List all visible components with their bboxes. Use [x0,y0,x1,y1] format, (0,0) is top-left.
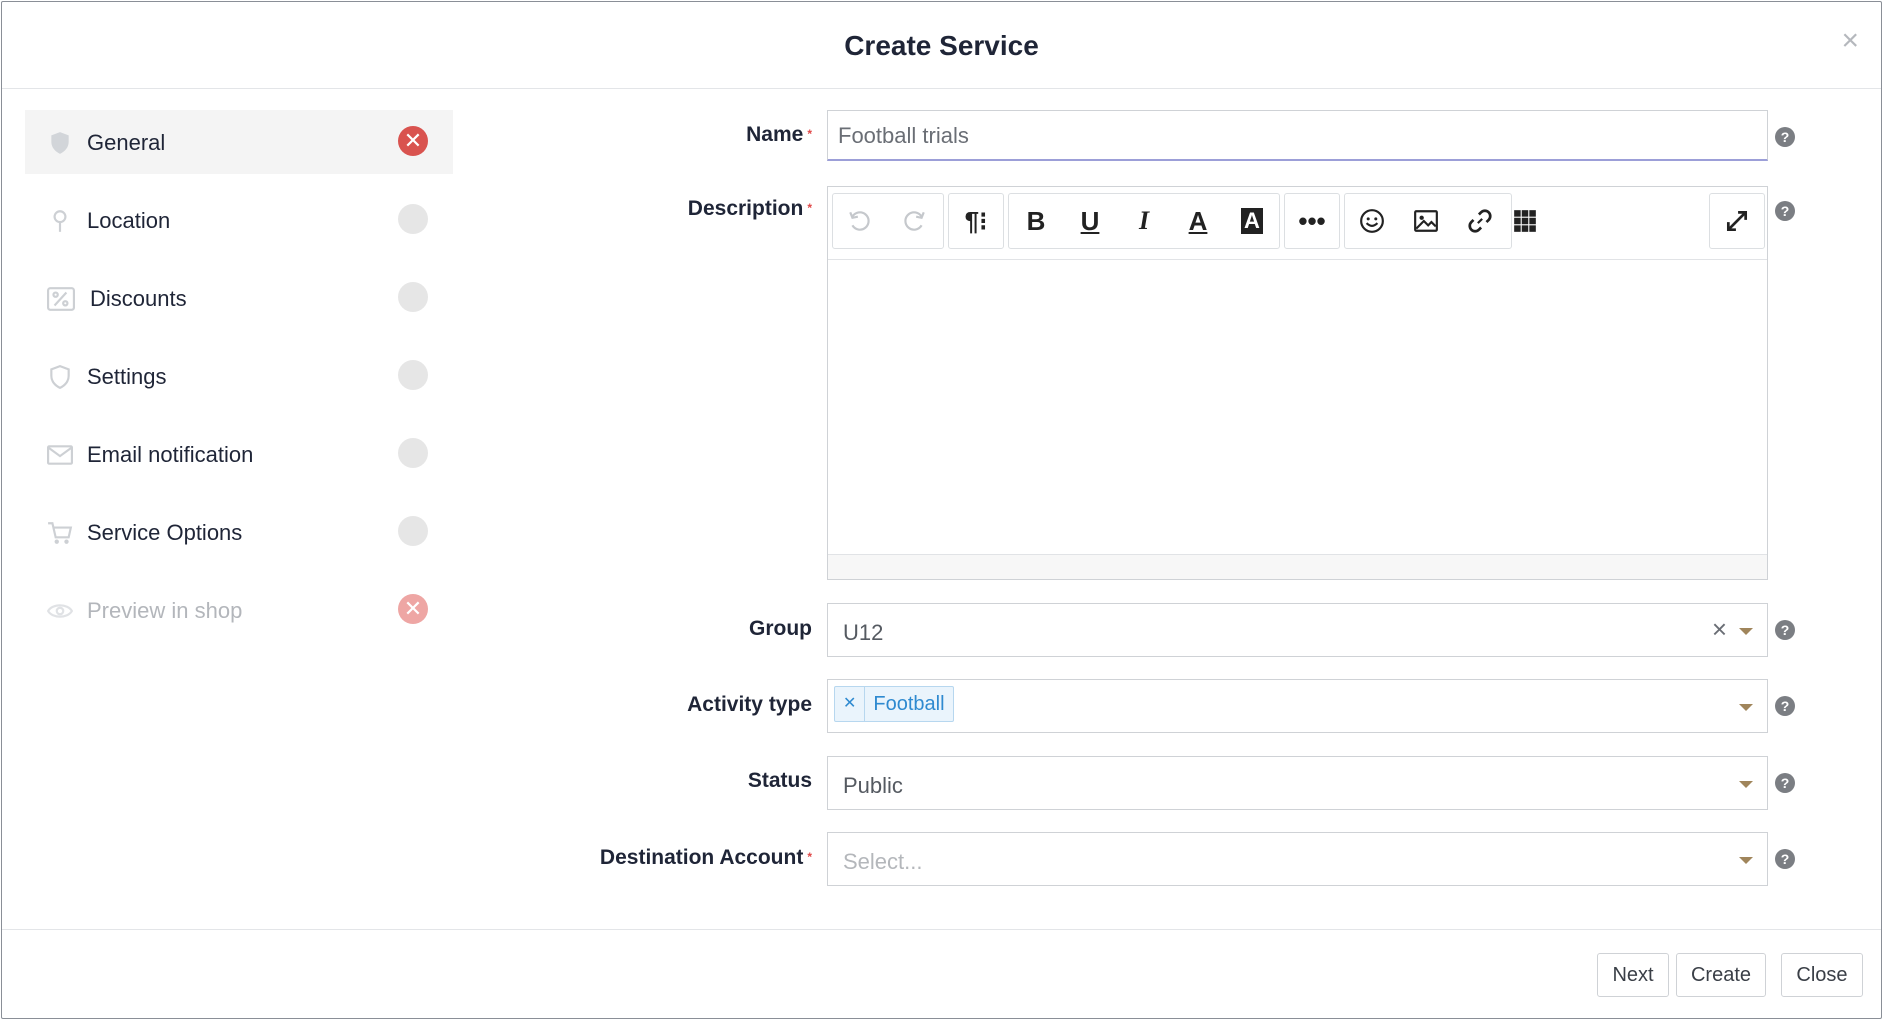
text-color-icon[interactable]: A [1171,194,1225,248]
paragraph-format-icon[interactable]: ¶⁝ [949,194,1003,248]
sidebar-item-label: Email notification [87,442,254,467]
destination-account-select[interactable]: Select... [827,832,1768,886]
dialog-title: Create Service [844,30,1039,61]
pending-status-icon [398,204,428,234]
table-icon[interactable] [1498,194,1552,248]
sidebar-item-preview-in-shop[interactable]: Preview in shop ✕ [25,578,453,642]
sidebar-item-label: Settings [87,364,167,389]
chevron-down-icon[interactable] [1739,704,1753,711]
group-select-value: U12 [843,620,884,645]
group-label: Group [749,617,812,640]
shield-icon [47,364,73,390]
sidebar-item-label: Location [87,208,171,233]
envelope-icon [47,442,73,468]
activity-tag-label: Football [873,692,945,715]
redo-icon[interactable] [887,194,941,248]
status-select-value: Public [843,773,903,798]
editor-toolbar: ¶⁝ B U I A A ••• [828,187,1767,260]
destination-account-label: Destination Account * [599,846,812,869]
paragraph-group: ¶⁝ [948,193,1004,249]
destination-account-placeholder: Select... [843,849,923,874]
help-icon[interactable]: ? [1775,201,1795,221]
fullscreen-icon[interactable] [1710,194,1764,248]
sidebar: General ✕ Location Discounts Settings Em… [25,110,453,656]
error-status-icon: ✕ [398,126,428,156]
dialog-footer: Next Create Close [2,929,1881,1018]
sidebar-item-label: General [87,130,166,155]
sidebar-item-label: Preview in shop [87,598,243,623]
undo-icon[interactable] [833,194,887,248]
emoji-icon[interactable] [1345,194,1399,248]
chevron-down-icon[interactable] [1739,628,1753,635]
editor-statusbar [828,554,1767,579]
help-icon[interactable]: ? [1775,620,1795,640]
help-icon[interactable]: ? [1775,127,1795,147]
chevron-down-icon[interactable] [1739,857,1753,864]
create-button[interactable]: Create [1676,953,1766,997]
underline-icon[interactable]: U [1063,194,1117,248]
close-button[interactable]: Close [1781,953,1863,997]
help-icon[interactable]: ? [1775,696,1795,716]
clear-icon[interactable]: × [1712,614,1727,645]
sidebar-item-email-notification[interactable]: Email notification [25,422,453,486]
next-button[interactable]: Next [1597,953,1669,997]
more-group: ••• [1284,193,1340,249]
activity-tag: ✕ Football [834,686,954,722]
more-icon[interactable]: ••• [1285,194,1339,248]
pending-status-icon [398,282,428,312]
map-pin-icon [47,208,73,234]
status-label: Status [747,769,812,792]
sidebar-item-general[interactable]: General ✕ [25,110,453,174]
create-service-dialog: Create Service × General ✕ Location Disc… [1,1,1882,1019]
sidebar-item-discounts[interactable]: Discounts [25,266,453,330]
pending-status-icon [398,360,428,390]
bold-icon[interactable]: B [1009,194,1063,248]
activity-type-label: Activity type [687,693,812,716]
close-icon[interactable]: × [1841,26,1859,56]
history-group [832,193,944,249]
status-select[interactable]: Public [827,756,1768,810]
remove-tag-icon[interactable]: ✕ [835,687,866,721]
sidebar-item-label: Discounts [90,286,187,311]
description-editor: ¶⁝ B U I A A ••• [827,186,1768,580]
discount-icon [47,286,75,312]
pending-status-icon [398,516,428,546]
error-status-icon: ✕ [398,594,428,624]
background-color-icon[interactable]: A [1225,194,1279,248]
shield-icon [47,130,73,156]
italic-icon[interactable]: I [1117,194,1171,248]
name-input[interactable]: Football trials [827,110,1768,161]
cart-icon [47,520,73,546]
sidebar-item-label: Service Options [87,520,243,545]
image-icon[interactable] [1399,194,1453,248]
sidebar-item-settings[interactable]: Settings [25,344,453,408]
name-label: Name * [746,123,812,146]
eye-icon [46,598,74,624]
required-marker: * [807,850,812,864]
dialog-header: Create Service × [2,2,1881,89]
sidebar-item-location[interactable]: Location [25,188,453,252]
help-icon[interactable]: ? [1775,773,1795,793]
required-marker: * [807,201,812,215]
sidebar-item-service-options[interactable]: Service Options [25,500,453,564]
group-select[interactable]: U12 × [827,603,1768,657]
pending-status-icon [398,438,428,468]
help-icon[interactable]: ? [1775,849,1795,869]
text-style-group: B U I A A [1008,193,1280,249]
activity-type-select[interactable]: ✕ Football [827,679,1768,733]
name-input-value: Football trials [838,123,969,148]
editor-content-area[interactable] [828,259,1767,555]
insert-group [1344,193,1512,249]
fullscreen-group [1709,193,1765,249]
required-marker: * [807,127,812,141]
chevron-down-icon[interactable] [1739,781,1753,788]
description-label: Description * [687,197,812,220]
